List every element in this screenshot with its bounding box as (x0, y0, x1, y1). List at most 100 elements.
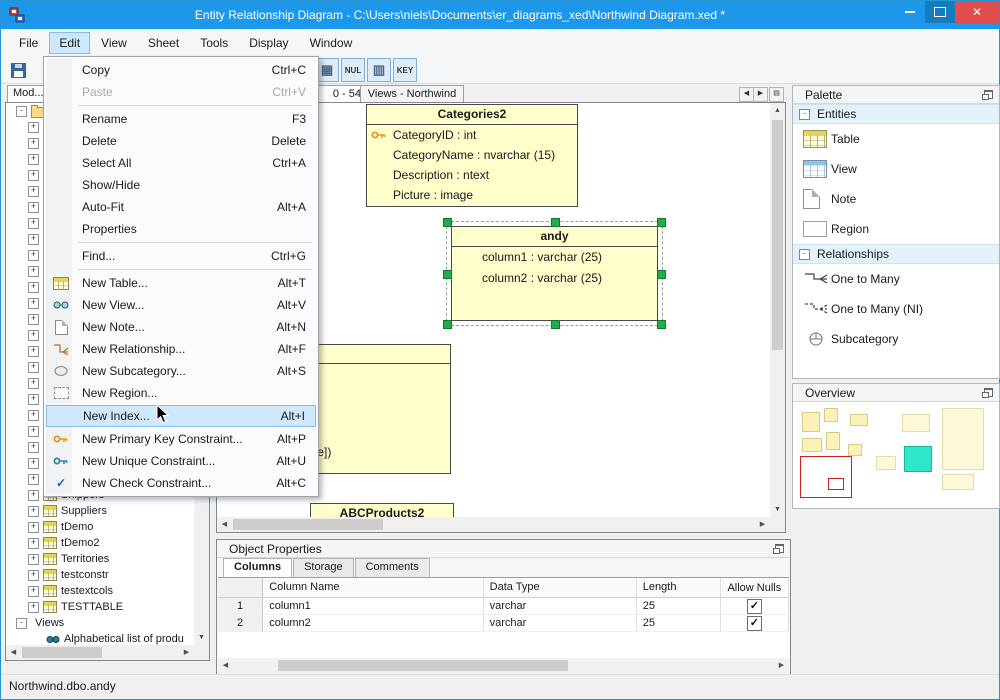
scrollbar-thumb[interactable] (22, 647, 102, 658)
resize-handle[interactable] (443, 320, 452, 329)
palette-item-region[interactable]: Region (793, 214, 999, 244)
scrollbar-thumb[interactable] (278, 660, 568, 671)
scroll-down-icon[interactable]: ▼ (770, 502, 785, 517)
scroll-right-icon[interactable]: ▶ (179, 645, 194, 660)
resize-handle[interactable] (443, 218, 452, 227)
scroll-left-icon[interactable]: ◀ (217, 517, 232, 532)
overview-minimap[interactable] (794, 402, 998, 507)
menu-display[interactable]: Display (239, 32, 298, 54)
tree-item-suppliers[interactable]: + Suppliers (6, 503, 209, 519)
menu-item-show-hide[interactable]: Show/Hide (46, 174, 316, 196)
show-datatypes-button[interactable]: ▥ (367, 58, 391, 82)
menu-item-new-note[interactable]: New Note... Alt+N (46, 316, 316, 338)
resize-handle[interactable] (550, 320, 560, 329)
expand-icon[interactable]: + (28, 345, 39, 357)
prev-sheet-button[interactable]: ◀ (739, 87, 754, 102)
menu-item-auto-fit[interactable]: Auto-Fit Alt+A (46, 196, 316, 218)
entity-categories2[interactable]: Categories2 CategoryID : int CategoryNam… (366, 104, 578, 207)
expand-icon[interactable]: + (28, 537, 39, 549)
tree-item-tdemo[interactable]: + tDemo (6, 519, 209, 535)
scroll-right-icon[interactable]: ▶ (774, 658, 789, 673)
resize-handle[interactable] (657, 218, 666, 227)
expand-icon[interactable]: + (28, 457, 39, 469)
properties-horizontal-scrollbar[interactable]: ◀ ▶ (218, 658, 789, 673)
collapse-icon[interactable]: - (16, 105, 27, 117)
menu-sheet[interactable]: Sheet (138, 32, 189, 54)
expand-icon[interactable]: + (28, 601, 39, 613)
column-name-cell[interactable]: column2 (263, 615, 484, 632)
expand-icon[interactable]: + (28, 233, 39, 245)
resize-handle[interactable] (657, 269, 666, 279)
expand-icon[interactable]: + (28, 473, 39, 485)
float-panel-icon[interactable] (773, 543, 784, 554)
palette-item-one-to-many-ni[interactable]: One to Many (NI) (793, 294, 999, 324)
section-entities[interactable]: - Entities (793, 104, 999, 124)
menu-item-new-primary-key-constraint[interactable]: New Primary Key Constraint... Alt+P (46, 428, 316, 450)
menu-item-new-table[interactable]: New Table... Alt+T (46, 272, 316, 294)
tab-storage[interactable]: Storage (293, 558, 354, 577)
float-panel-icon[interactable] (982, 387, 993, 398)
tree-item-testextcols[interactable]: + testextcols (6, 583, 209, 599)
scrollbar-thumb[interactable] (772, 120, 783, 350)
minimize-button[interactable] (895, 1, 925, 23)
menu-item-select-all[interactable]: Select All Ctrl+A (46, 152, 316, 174)
length-cell[interactable]: 25 (636, 615, 721, 632)
expand-icon[interactable]: + (28, 137, 39, 149)
expand-icon[interactable]: + (28, 121, 39, 133)
tree-horizontal-scrollbar[interactable]: ◀ ▶ (6, 645, 194, 660)
tree-item-testtable[interactable]: + TESTTABLE (6, 599, 209, 615)
collapse-icon[interactable]: - (799, 108, 810, 120)
menu-item-new-index[interactable]: New Index... Alt+I (46, 405, 316, 427)
next-sheet-button[interactable]: ▶ (753, 87, 768, 102)
float-panel-icon[interactable] (982, 89, 993, 100)
expand-icon[interactable]: + (28, 377, 39, 389)
expand-icon[interactable]: + (28, 521, 39, 533)
expand-icon[interactable]: + (28, 281, 39, 293)
menu-item-paste[interactable]: Paste Ctrl+V (46, 81, 316, 103)
expand-icon[interactable]: + (28, 313, 39, 325)
canvas-vertical-scrollbar[interactable]: ▲ ▼ (770, 103, 785, 517)
collapse-icon[interactable]: - (799, 248, 810, 260)
expand-icon[interactable]: + (28, 505, 39, 517)
expand-icon[interactable]: + (28, 217, 39, 229)
expand-icon[interactable]: + (28, 441, 39, 453)
palette-item-one-to-many[interactable]: One to Many (793, 264, 999, 294)
data-type-cell[interactable]: varchar (483, 615, 637, 632)
expand-icon[interactable]: + (28, 585, 39, 597)
expand-icon[interactable]: + (28, 249, 39, 261)
tab-sheet-views[interactable]: Views - Northwind (360, 85, 464, 103)
palette-item-view[interactable]: View (793, 154, 999, 184)
menu-item-new-unique-constraint[interactable]: New Unique Constraint... Alt+U (46, 450, 316, 472)
menu-item-new-subcategory[interactable]: New Subcategory... Alt+S (46, 360, 316, 382)
expand-icon[interactable]: + (28, 185, 39, 197)
expand-icon[interactable]: + (28, 153, 39, 165)
allow-nulls-checkbox[interactable]: ✓ (746, 615, 762, 631)
save-button[interactable] (8, 60, 28, 80)
scroll-right-icon[interactable]: ▶ (755, 517, 770, 532)
menu-window[interactable]: Window (300, 32, 363, 54)
menu-item-find[interactable]: Find... Ctrl+G (46, 245, 316, 267)
scroll-up-icon[interactable]: ▲ (770, 103, 785, 118)
expand-icon[interactable]: + (28, 329, 39, 341)
menu-file[interactable]: File (9, 32, 48, 54)
resize-handle[interactable] (657, 320, 666, 329)
selection-outline[interactable] (443, 218, 666, 329)
menu-edit[interactable]: Edit (49, 31, 91, 54)
palette-item-subcategory[interactable]: Subcategory (793, 324, 999, 354)
menu-item-copy[interactable]: Copy Ctrl+C (46, 59, 316, 81)
menu-item-rename[interactable]: Rename F3 (46, 108, 316, 130)
scrollbar-thumb[interactable] (233, 519, 383, 530)
close-button[interactable]: ✕ (955, 1, 999, 23)
tree-item-views[interactable]: - Views (6, 615, 209, 631)
resize-handle[interactable] (443, 269, 452, 279)
maximize-button[interactable] (925, 1, 955, 23)
tree-item-tdemo2[interactable]: + tDemo2 (6, 535, 209, 551)
menu-item-new-region[interactable]: New Region... (46, 382, 316, 404)
expand-icon[interactable]: + (28, 393, 39, 405)
tab-comments[interactable]: Comments (354, 558, 430, 577)
menu-item-new-check-constraint[interactable]: ✓ New Check Constraint... Alt+C (46, 472, 316, 494)
tree-item-territories[interactable]: + Territories (6, 551, 209, 567)
expand-icon[interactable]: + (28, 489, 39, 501)
expand-icon[interactable]: + (28, 201, 39, 213)
menu-view[interactable]: View (91, 32, 137, 54)
